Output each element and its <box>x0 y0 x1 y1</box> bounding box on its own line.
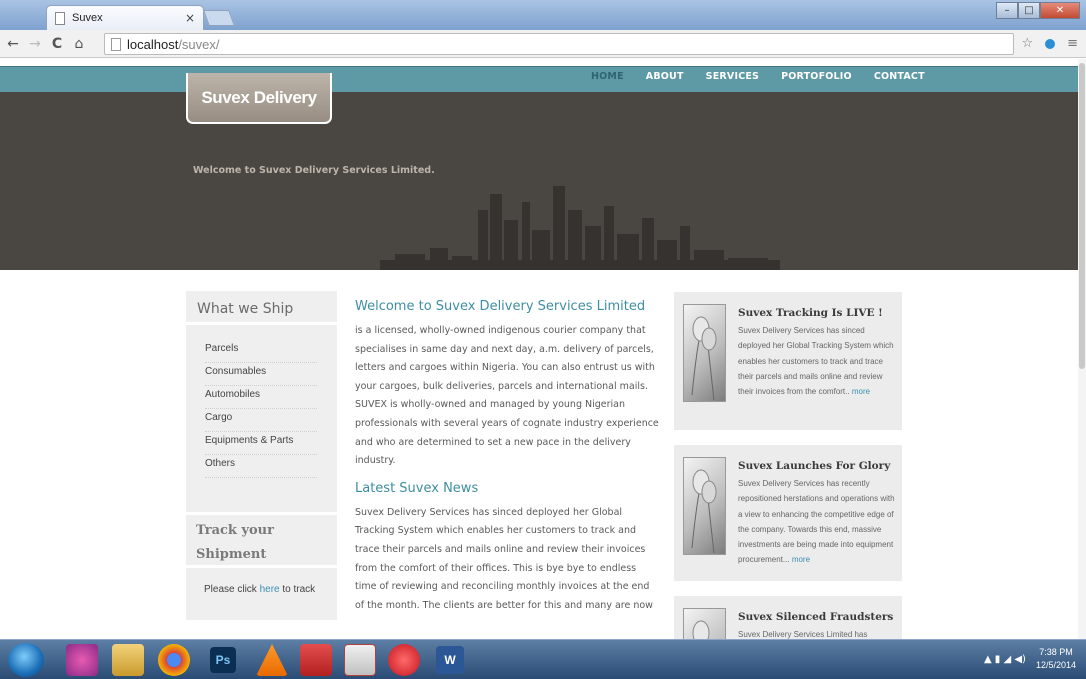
tab-title: Suvex <box>72 12 103 24</box>
news-card-title: Suvex Silenced Fraudsters <box>738 611 894 623</box>
browser-tab[interactable]: Suvex × <box>46 5 204 30</box>
tulip-thumbnail-image <box>683 457 726 555</box>
news-card-text: Suvex Delivery Services Limited has <box>738 630 868 639</box>
sidebar-item-parcels[interactable]: Parcels <box>205 341 317 363</box>
chart-app-icon[interactable] <box>344 644 376 676</box>
hero-welcome-text: Welcome to Suvex Delivery Services Limit… <box>193 165 435 176</box>
window-controls: – □ ✕ <box>996 2 1080 19</box>
welcome-heading: Welcome to Suvex Delivery Services Limit… <box>355 299 646 314</box>
forward-button[interactable]: → <box>26 36 44 52</box>
system-tray: ▲ ▮ ◢ ◀) 7:38 PM 12/5/2014 <box>984 646 1076 672</box>
more-link[interactable]: more <box>852 387 870 396</box>
close-window-button[interactable]: ✕ <box>1040 2 1080 19</box>
browser-titlebar: Suvex × – □ ✕ <box>0 0 1086 30</box>
news-card: Suvex Launches For Glory Suvex Delivery … <box>674 445 902 581</box>
sidebar-item-cargo[interactable]: Cargo <box>205 410 317 432</box>
maximize-button[interactable]: □ <box>1018 2 1040 19</box>
news-card: Suvex Tracking Is LIVE ! Suvex Delivery … <box>674 292 902 430</box>
track-prefix: Please click <box>204 584 260 595</box>
taskbar-clock[interactable]: 7:38 PM 12/5/2014 <box>1036 646 1076 672</box>
bookmark-star-icon[interactable]: ☆ <box>1021 36 1033 51</box>
extension-icon[interactable] <box>1045 39 1056 49</box>
welcome-paragraph: is a licensed, wholly-owned indigenous c… <box>355 325 659 467</box>
news-card: Suvex Silenced Fraudsters Suvex Delivery… <box>674 596 902 639</box>
page-scrollbar[interactable] <box>1078 59 1086 639</box>
reload-button[interactable]: C <box>48 36 66 52</box>
tulip-thumbnail-image <box>683 608 726 639</box>
news-card-title: Suvex Launches For Glory <box>738 460 891 472</box>
sidebar-item-consumables[interactable]: Consumables <box>205 364 317 386</box>
nav-portofolio[interactable]: PORTOFOLIO <box>770 66 863 88</box>
photoshop-icon[interactable]: Ps <box>210 647 236 673</box>
page-icon <box>111 37 121 51</box>
tray-icons[interactable]: ▲ ▮ ◢ ◀) <box>984 654 1026 665</box>
sidebar-item-equipments[interactable]: Equipments & Parts <box>205 433 317 455</box>
news-paragraph: Suvex Delivery Services has sinced deplo… <box>355 506 653 611</box>
news-card-title: Suvex Tracking Is LIVE ! <box>738 307 883 319</box>
nav-about[interactable]: ABOUT <box>635 66 695 88</box>
sidebar-item-others[interactable]: Others <box>205 456 317 478</box>
more-link[interactable]: more <box>792 555 810 564</box>
windows-taskbar: Ps W ▲ ▮ ◢ ◀) 7:38 PM 12/5/2014 <box>0 639 1086 679</box>
track-shipment-heading: Track your Shipment <box>186 512 337 568</box>
track-instructions: Please click here to track <box>204 584 315 595</box>
track-suffix: to track <box>279 584 316 595</box>
news-card-text: Suvex Delivery Services has sinced deplo… <box>738 326 894 397</box>
tulip-thumbnail-image <box>683 304 726 402</box>
taskbar-app-icon[interactable] <box>66 644 98 676</box>
news-card-text: Suvex Delivery Services has recently rep… <box>738 479 895 565</box>
new-tab-button[interactable] <box>203 10 235 26</box>
nav-services[interactable]: SERVICES <box>695 66 770 88</box>
url-host: localhost <box>127 36 179 52</box>
sidebar-item-automobiles[interactable]: Automobiles <box>205 387 317 409</box>
start-button[interactable] <box>8 643 44 677</box>
ship-sidebar: What we Ship Parcels Consumables Automob… <box>186 291 337 620</box>
close-tab-icon[interactable]: × <box>185 11 195 25</box>
vlc-icon[interactable] <box>256 644 288 676</box>
news-heading: Latest Suvex News <box>355 480 479 496</box>
nav-home[interactable]: HOME <box>580 66 635 88</box>
menu-icon[interactable]: ≡ <box>1067 36 1078 51</box>
logo-text: Suvex Delivery <box>201 87 317 107</box>
track-heading-line-2: Shipment <box>196 547 267 562</box>
page-icon <box>55 11 65 25</box>
home-button[interactable]: ⌂ <box>70 36 88 52</box>
minimize-button[interactable]: – <box>996 2 1018 19</box>
site-logo[interactable]: Suvex Delivery <box>186 73 332 124</box>
url-path: /suvex/ <box>178 36 220 52</box>
browser-toolbar: ← → C ⌂ localhost/suvex/ ☆ ≡ <box>0 30 1086 58</box>
scrollbar-thumb[interactable] <box>1079 63 1085 369</box>
hero-banner <box>0 92 1086 270</box>
track-here-link[interactable]: here <box>260 584 280 595</box>
clock-date: 12/5/2014 <box>1035 660 1076 670</box>
chrome-icon[interactable] <box>158 644 190 676</box>
address-bar[interactable]: localhost/suvex/ <box>104 33 1014 55</box>
sidebar-heading: What we Ship <box>186 291 337 325</box>
track-heading-line-1: Track your <box>196 523 274 538</box>
folder-icon[interactable] <box>112 644 144 676</box>
word-icon[interactable]: W <box>436 646 464 674</box>
main-nav: HOME ABOUT SERVICES PORTOFOLIO CONTACT <box>580 66 936 88</box>
page-viewport: HOME ABOUT SERVICES PORTOFOLIO CONTACT S… <box>0 59 1086 639</box>
ship-category-list: Parcels Consumables Automobiles Cargo Eq… <box>186 325 337 478</box>
nav-contact[interactable]: CONTACT <box>863 66 936 88</box>
back-button[interactable]: ← <box>4 36 22 52</box>
upload-icon[interactable] <box>300 644 332 676</box>
main-content: Welcome to Suvex Delivery Services Limit… <box>355 299 660 615</box>
itunes-icon[interactable] <box>388 644 420 676</box>
city-skyline-image <box>380 186 780 270</box>
clock-time: 7:38 PM <box>1039 647 1073 657</box>
